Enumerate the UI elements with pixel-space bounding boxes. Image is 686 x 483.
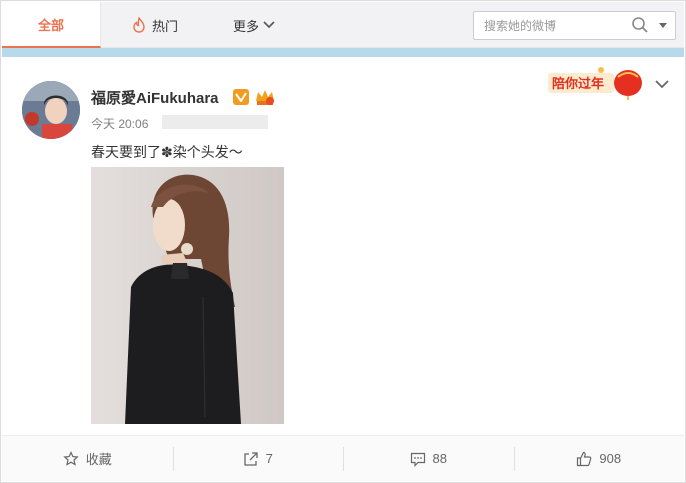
search-box [473,11,676,40]
repost-button[interactable]: 7 [172,436,344,481]
comment-count: 88 [432,451,447,466]
flame-icon [133,17,145,33]
favorite-label: 收藏 [85,452,112,467]
weibo-card-frame: 全部 热门 更多 搜索她的微博 福原愛AiFukuhara 今天 20:06 春… [0,0,686,483]
festival-badge-text: 陪你过年 [552,76,604,92]
photo-image [91,167,284,424]
comment-button[interactable]: 88 [343,436,514,481]
search-icon[interactable] [631,16,649,34]
tab-more-label: 更多 [232,18,259,34]
post-photo[interactable] [91,167,284,424]
action-bar: 收藏 7 88 908 [2,435,684,481]
tab-hot-label: 热门 [151,18,178,34]
source-redacted [162,115,268,129]
search-input[interactable] [474,12,624,39]
divider-strip [2,48,684,57]
tab-more[interactable]: 更多 [224,2,284,48]
comment-icon [410,452,425,467]
username[interactable]: 福原愛AiFukuhara [91,87,219,108]
post-timestamp[interactable]: 今天 20:06 [91,115,148,132]
favorite-button[interactable]: 收藏 [2,436,173,481]
like-count: 908 [599,451,622,466]
tab-all[interactable]: 全部 [2,2,101,48]
avatar-image [22,81,80,139]
repost-count: 7 [265,451,273,466]
star-icon [63,450,79,466]
post-menu-chevron-icon[interactable] [654,79,670,89]
search-dropdown-caret[interactable] [659,23,667,28]
chevron-down-icon [263,21,275,29]
tab-bar: 全部 热门 更多 [2,2,684,48]
avatar[interactable] [22,81,80,139]
festival-badge-icon[interactable]: 陪你过年 [546,63,646,101]
post-text: 春天要到了✽染个头发～ [91,144,243,160]
verified-icon [233,89,249,105]
tab-hot[interactable]: 热门 [120,2,190,48]
like-button[interactable]: 908 [513,436,685,481]
tab-all-label: 全部 [37,17,64,33]
share-icon [243,451,258,466]
thumbs-up-icon [577,451,592,466]
post-card: 福原愛AiFukuhara 今天 20:06 春天要到了✽染个头发～ 陪你过年 … [2,57,684,481]
member-crown-icon[interactable] [254,87,276,107]
